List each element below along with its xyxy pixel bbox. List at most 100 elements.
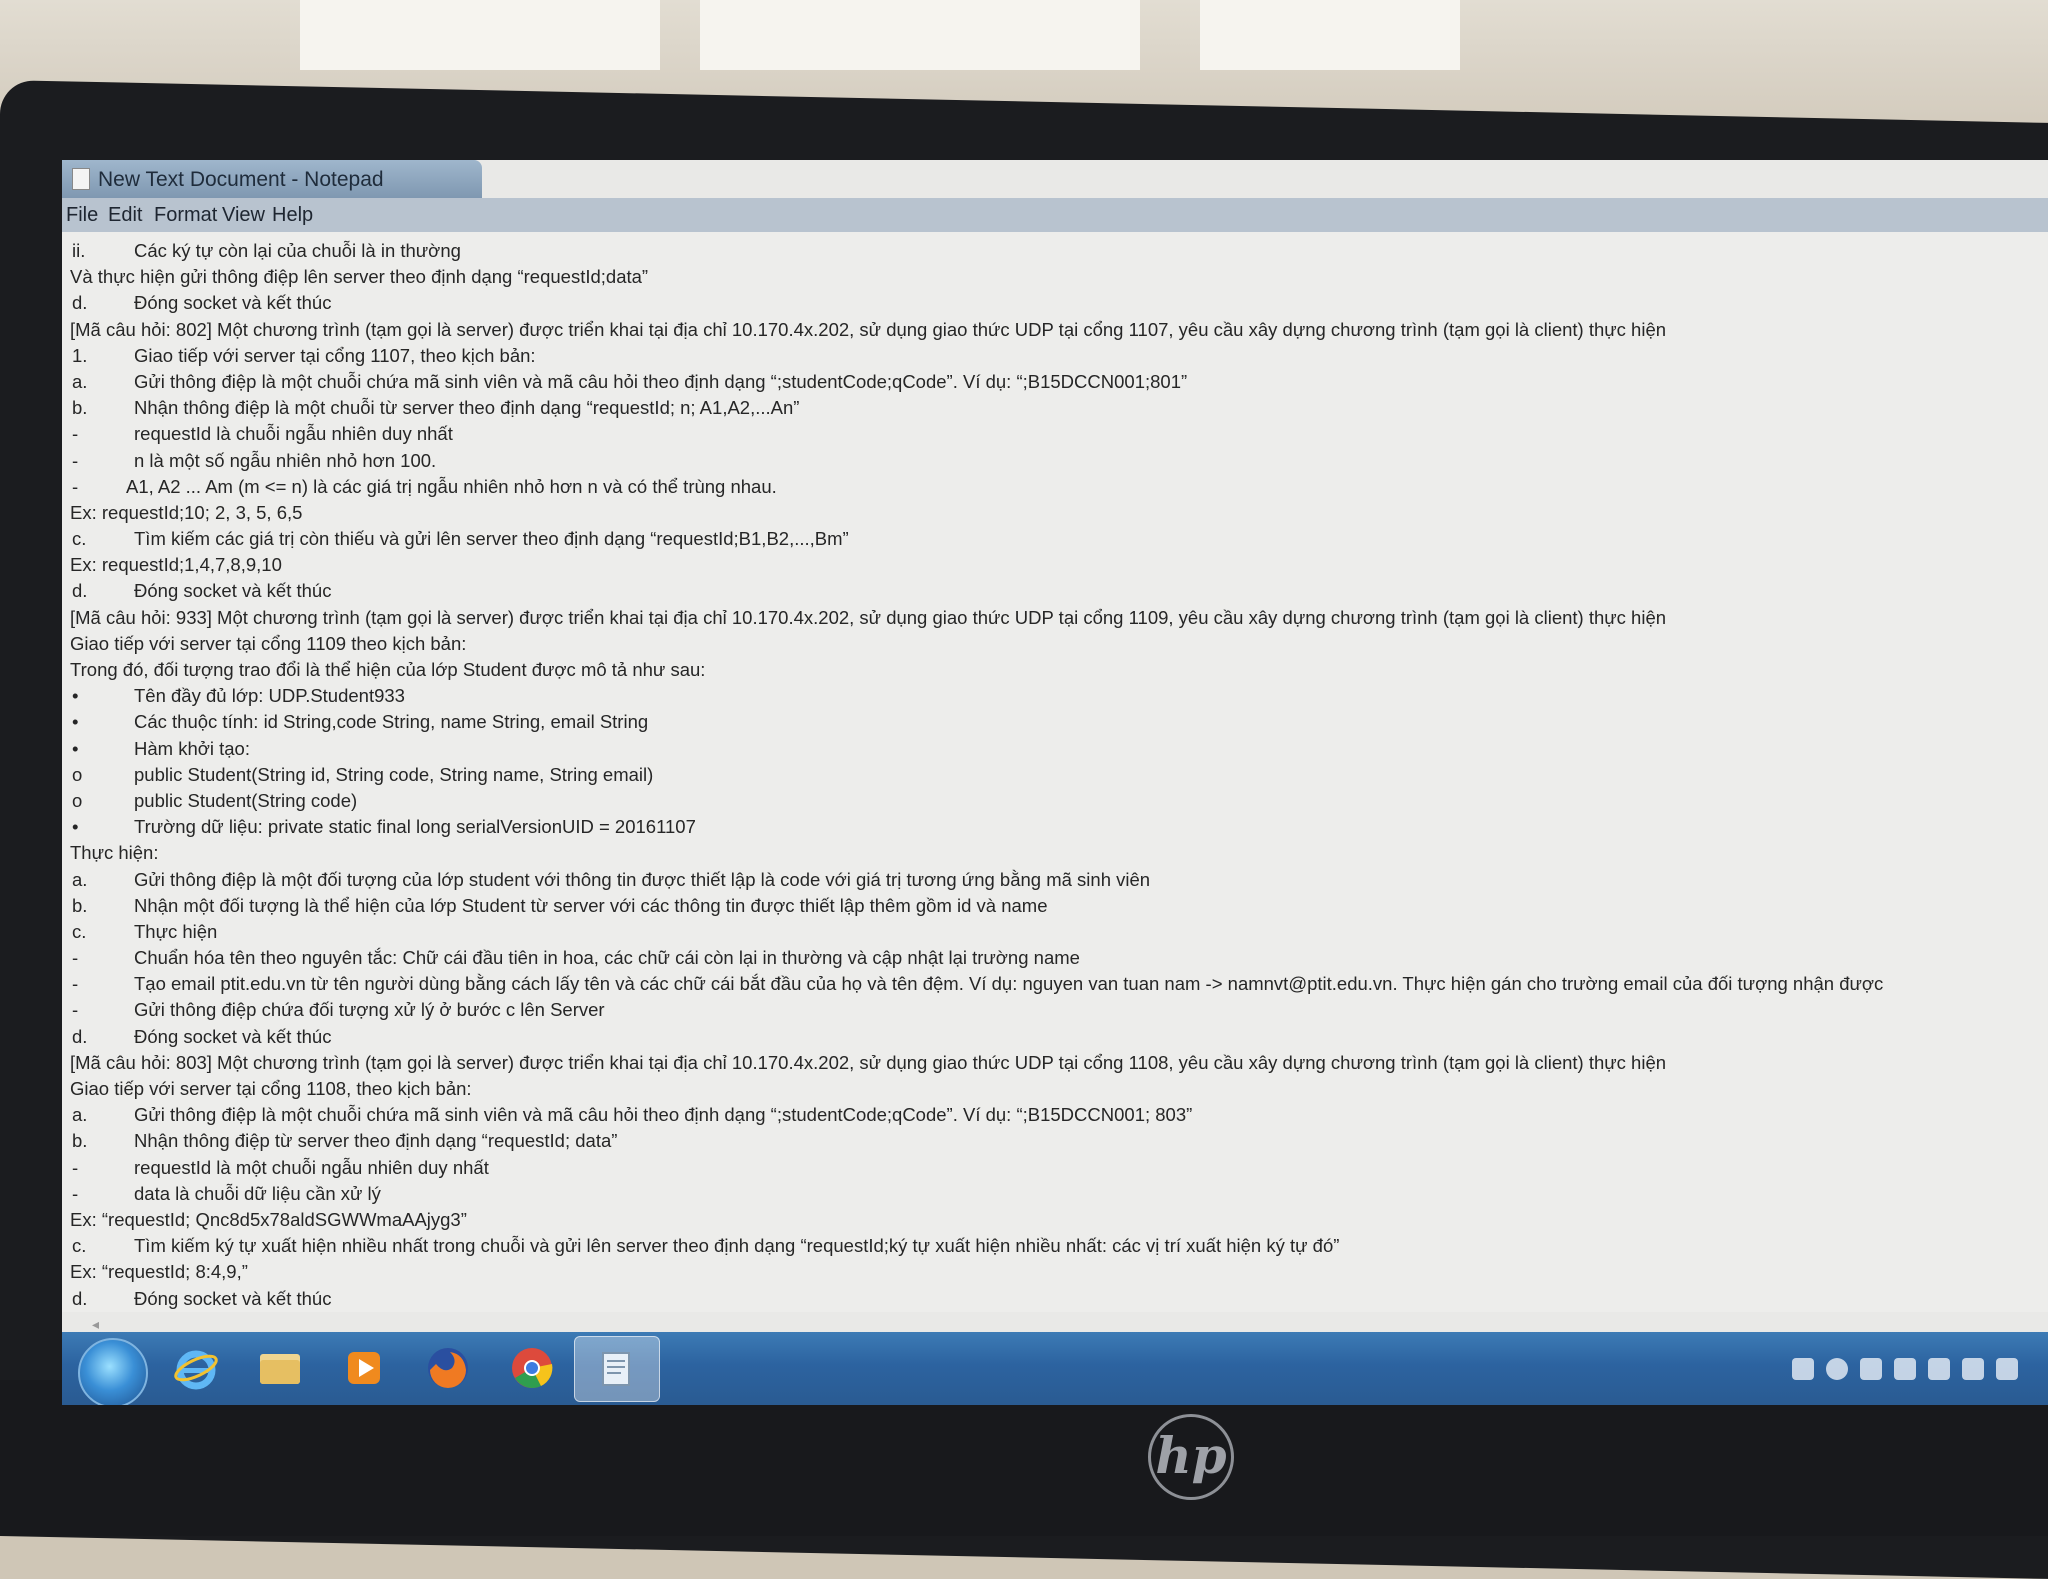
line-text: Tìm kiếm ký tự xuất hiện nhiều nhất tron…	[134, 1235, 1340, 1257]
text-line: c. Tìm kiếm các giá trị còn thiếu và gửi …	[70, 528, 2030, 554]
text-line: o public Student(String code)	[70, 790, 2030, 816]
text-line: - Gửi thông điệp chứa đối tượng xử lý ở b…	[70, 999, 2030, 1025]
text-line: [Mã câu hỏi: 802] Một chương trình (tạm …	[70, 319, 2030, 345]
text-editor-area[interactable]: ii. Các ký tự còn lại của chuỗi là in thư…	[62, 232, 2048, 1312]
line-text: Ex: requestId;10; 2, 3, 5, 6,5	[70, 501, 303, 523]
line-text: Trường dữ liệu: private static final lon…	[134, 816, 696, 838]
list-marker: o	[72, 789, 83, 811]
list-marker: •	[72, 816, 79, 838]
list-marker: o	[72, 763, 83, 785]
text-line: 1. Giao tiếp với server tại cổng 1107, th…	[70, 345, 2030, 371]
text-line: c. Thực hiện	[70, 921, 2030, 947]
text-line: [Mã câu hỏi: 933] Một chương trình (tạm …	[70, 607, 2030, 633]
line-text: Trong đó, đối tượng trao đổi là thể hiện…	[70, 659, 706, 680]
language-icon[interactable]	[1894, 1358, 1916, 1380]
taskbar-chrome[interactable]	[490, 1336, 574, 1400]
text-line: c. Tìm kiếm ký tự xuất hiện nhiều nhất tr…	[70, 1235, 2030, 1261]
notepad-icon	[602, 1352, 630, 1386]
taskbar-notepad[interactable]	[574, 1336, 660, 1402]
text-line: Ex: requestId;1,4,7,8,9,10	[70, 554, 2030, 580]
volume-icon[interactable]	[1860, 1358, 1882, 1380]
list-marker: b.	[72, 894, 88, 916]
line-text: requestId là một chuỗi ngẫu nhiên duy nh…	[134, 1156, 489, 1178]
taskbar-firefox[interactable]	[406, 1336, 490, 1400]
text-line: b. Nhận một đối tượng là thể hiện của lớp…	[70, 895, 2030, 921]
start-button[interactable]	[68, 1336, 152, 1405]
line-text: Đóng socket và kết thúc	[134, 580, 332, 602]
line-text: Nhận thông điệp là một chuỗi từ server t…	[134, 397, 800, 419]
line-text: Gửi thông điệp là một đối tượng của lớp …	[134, 868, 1151, 890]
text-line: ii. Các ký tự còn lại của chuỗi là in thư…	[70, 240, 2030, 266]
flag-icon[interactable]	[1928, 1358, 1950, 1380]
text-line: - requestId là một chuỗi ngẫu nhiên duy n…	[70, 1157, 2030, 1183]
window-light-left	[300, 0, 660, 70]
line-text: requestId là chuỗi ngẫu nhiên duy nhất	[134, 423, 453, 445]
window-light-center	[700, 0, 1140, 70]
line-text: Giao tiếp với server tại cổng 1107, theo…	[134, 344, 536, 366]
line-text: Đóng socket và kết thúc	[134, 292, 332, 314]
list-marker: d.	[72, 292, 88, 314]
line-text: Các thuộc tính: id String,code String, n…	[134, 711, 649, 733]
menu-help[interactable]: Help	[272, 204, 313, 227]
line-text: Các ký tự còn lại của chuỗi là in thường	[134, 240, 461, 261]
text-line: Thực hiện:	[70, 842, 2030, 868]
text-line: b. Nhận thông điệp từ server theo định dạ…	[70, 1130, 2030, 1156]
text-line: • Hàm khởi tạo:	[70, 738, 2030, 764]
text-line: - Tạo email ptit.edu.vn từ tên người dùng…	[70, 973, 2030, 999]
text-line: b. Nhận thông điệp là một chuỗi từ server…	[70, 397, 2030, 423]
text-line: a. Gửi thông điệp là một chuỗi chứa mã si…	[70, 371, 2030, 397]
taskbar-explorer[interactable]	[238, 1336, 322, 1400]
line-text: Tên đầy đủ lớp: UDP.Student933	[134, 685, 405, 707]
taskbar-ie[interactable]	[154, 1336, 238, 1400]
line-text: n là một số ngẫu nhiên nhỏ hơn 100.	[134, 449, 437, 471]
list-marker: -	[72, 947, 79, 969]
windows-logo-icon	[78, 1338, 148, 1405]
line-text: Và thực hiện gửi thông điệp lên server t…	[70, 266, 649, 288]
scroll-left-arrow[interactable]: ◂	[92, 1316, 99, 1333]
list-marker: -	[72, 999, 79, 1021]
list-marker: a.	[72, 370, 88, 392]
list-marker: c.	[72, 528, 87, 550]
text-line: - requestId là chuỗi ngẫu nhiên duy nhất	[70, 423, 2030, 449]
text-line: • Trường dữ liệu: private static final lo…	[70, 816, 2030, 842]
text-line: a. Gửi thông điệp là một đối tượng của lớ…	[70, 869, 2030, 895]
system-tray	[1792, 1356, 2042, 1384]
menu-view[interactable]: View	[222, 204, 265, 227]
text-line: - A1, A2 ... Am (m <= n) là các giá trị n…	[70, 476, 2030, 502]
taskbar-media-player[interactable]	[322, 1336, 406, 1400]
text-line: a. Gửi thông điệp là một chuỗi chứa mã si…	[70, 1104, 2030, 1130]
line-text: Đóng socket và kết thúc	[134, 1025, 332, 1047]
line-text: Thực hiện:	[70, 842, 159, 864]
text-line: d. Đóng socket và kết thúc	[70, 580, 2030, 606]
list-marker: a.	[72, 1104, 88, 1126]
menu-format[interactable]: Format	[154, 204, 217, 227]
menu-file[interactable]: File	[66, 204, 98, 227]
text-line: o public Student(String id, String code, …	[70, 764, 2030, 790]
firefox-icon	[428, 1348, 468, 1388]
list-marker: b.	[72, 1130, 88, 1152]
notification-icon[interactable]	[1826, 1358, 1848, 1380]
list-marker: d.	[72, 1287, 88, 1309]
text-line: Giao tiếp với server tại cổng 1109 theo …	[70, 633, 2030, 659]
window-light-right	[1200, 0, 1460, 70]
internet-explorer-icon	[174, 1350, 218, 1390]
list-marker: b.	[72, 397, 88, 419]
list-marker: -	[72, 449, 79, 471]
media-player-icon	[348, 1352, 380, 1384]
line-text: Chuẩn hóa tên theo nguyên tắc: Chữ cái đ…	[134, 947, 1080, 969]
device-icon[interactable]	[1962, 1358, 1984, 1380]
network-status-icon[interactable]	[1792, 1358, 1814, 1380]
notepad-icon	[72, 168, 90, 190]
list-marker: •	[72, 737, 79, 759]
text-line: [Mã câu hỏi: 803] Một chương trình (tạm …	[70, 1052, 2030, 1078]
list-marker: -	[72, 423, 79, 445]
line-text: [Mã câu hỏi: 802] Một chương trình (tạm …	[70, 318, 1667, 340]
power-icon[interactable]	[1996, 1358, 2018, 1380]
text-line: Ex: “requestId; 8:4,9,”	[70, 1261, 2030, 1287]
line-text: Ex: “requestId; 8:4,9,”	[70, 1261, 248, 1283]
list-marker: -	[72, 973, 79, 995]
list-marker: d.	[72, 580, 88, 602]
notepad-title-bar[interactable]: New Text Document - Notepad	[62, 160, 482, 198]
window-title: New Text Document - Notepad	[98, 168, 384, 191]
menu-edit[interactable]: Edit	[108, 204, 142, 227]
